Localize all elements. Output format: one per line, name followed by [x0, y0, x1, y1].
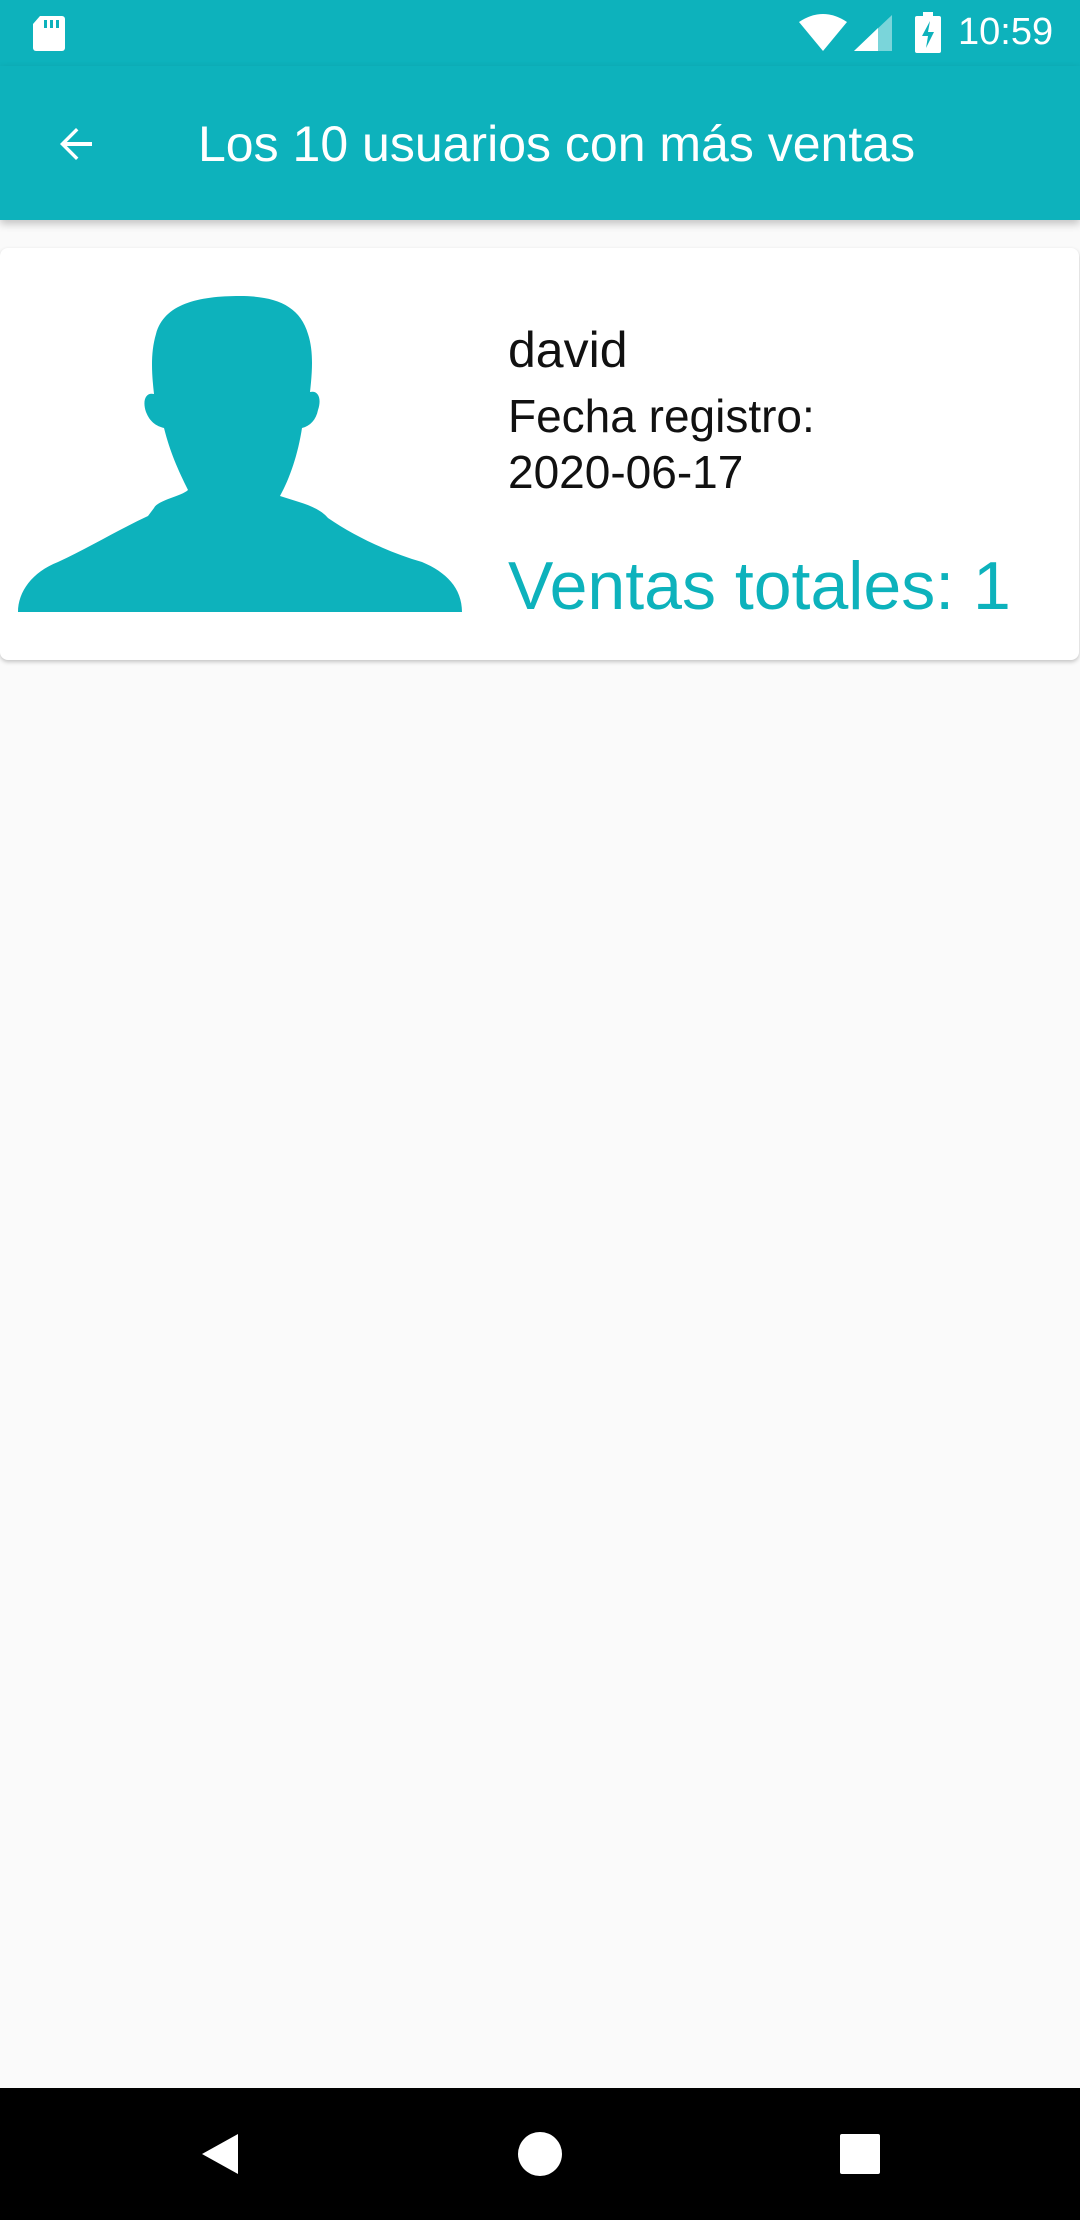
status-time: 10:59: [958, 11, 1054, 53]
registration-date: 2020-06-17: [508, 446, 744, 498]
user-card[interactable]: david Fecha registro: 2020-06-17 Ventas …: [0, 248, 1079, 660]
navigation-bar: [0, 2088, 1080, 2220]
nav-back-button[interactable]: [180, 2114, 260, 2194]
back-button[interactable]: [36, 109, 116, 179]
wifi-icon: [799, 14, 847, 51]
battery-charging-icon: [915, 12, 941, 53]
sd-card-icon: [33, 16, 65, 51]
status-bar: 10:59: [0, 0, 1080, 66]
arrow-back-icon: [60, 128, 92, 160]
nav-home-icon: [518, 2132, 562, 2176]
nav-back-icon: [202, 2134, 238, 2174]
nav-recents-icon: [840, 2134, 880, 2174]
person-silhouette-icon: [18, 296, 462, 612]
cell-signal-icon: [854, 15, 892, 51]
registration-label: Fecha registro:: [508, 390, 815, 442]
user-name: david: [508, 322, 628, 378]
nav-home-button[interactable]: [500, 2114, 580, 2194]
sales-total: Ventas totales: 1: [508, 548, 1011, 624]
screen: 10:59 Los 10 usuarios con más ventas dav…: [0, 0, 1080, 2220]
user-list[interactable]: david Fecha registro: 2020-06-17 Ventas …: [0, 220, 1080, 2088]
page-title: Los 10 usuarios con más ventas: [198, 116, 916, 172]
nav-recents-button[interactable]: [820, 2114, 900, 2194]
app-bar: Los 10 usuarios con más ventas: [0, 66, 1080, 220]
